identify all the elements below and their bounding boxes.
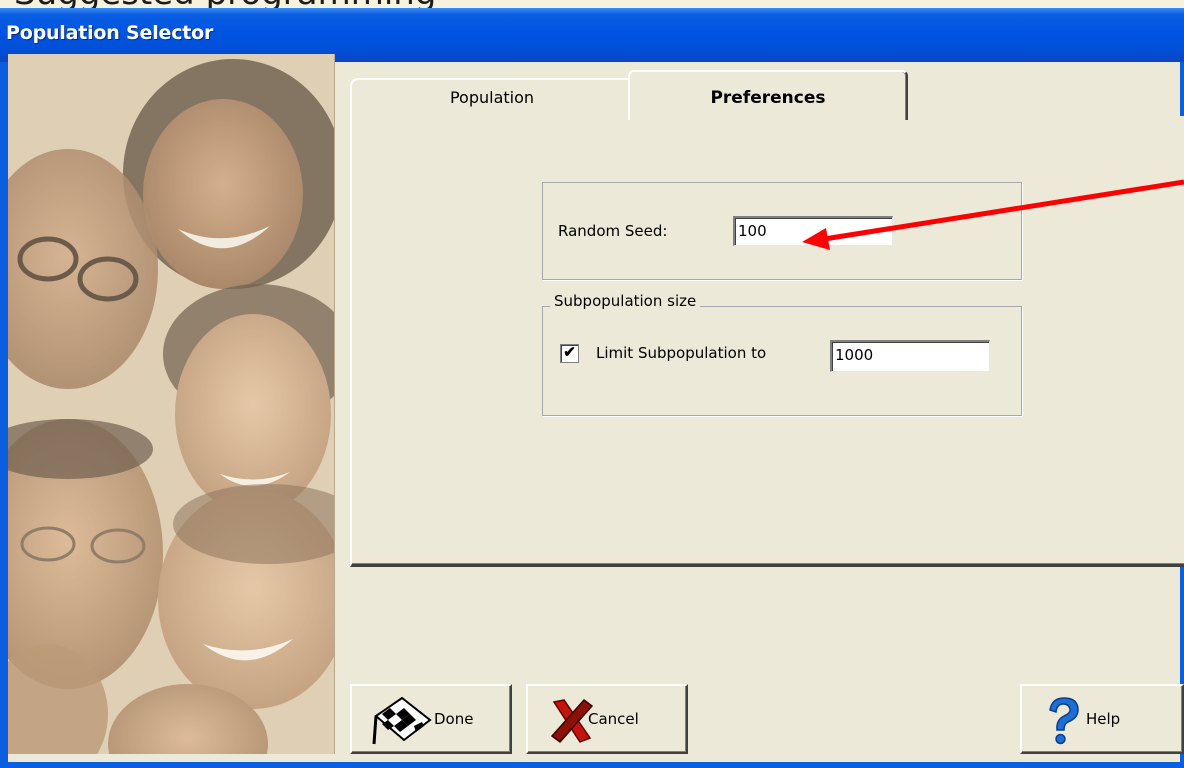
random-seed-label: Random Seed: <box>558 222 668 240</box>
people-photo-collage <box>8 54 335 754</box>
cancel-button-label: Cancel <box>588 710 639 728</box>
subpopulation-size-legend: Subpopulation size <box>550 292 701 310</box>
help-button-label: Help <box>1086 710 1121 728</box>
window-frame-left <box>0 62 8 768</box>
question-mark-icon <box>1049 697 1079 745</box>
photo-collage-art <box>8 54 334 754</box>
limit-subpopulation-input[interactable]: 1000 <box>830 340 990 372</box>
done-button[interactable]: Done <box>350 684 512 754</box>
checkered-flag-icon <box>372 696 432 745</box>
limit-subpopulation-label: Limit Subpopulation to <box>596 344 767 362</box>
tab-preferences[interactable]: Preferences <box>628 70 908 120</box>
limit-subpopulation-checkbox[interactable]: ✔ <box>560 344 579 363</box>
done-button-label: Done <box>434 710 474 728</box>
window-frame-bottom <box>0 762 1184 768</box>
annotation-arrow <box>802 179 1184 250</box>
slide-title-fragment: Suggested programming <box>14 0 436 10</box>
cancel-button[interactable]: Cancel <box>526 684 688 754</box>
tab-population[interactable]: Population <box>350 78 634 118</box>
window-title: Population Selector <box>6 22 214 44</box>
help-button[interactable]: Help <box>1020 684 1184 754</box>
